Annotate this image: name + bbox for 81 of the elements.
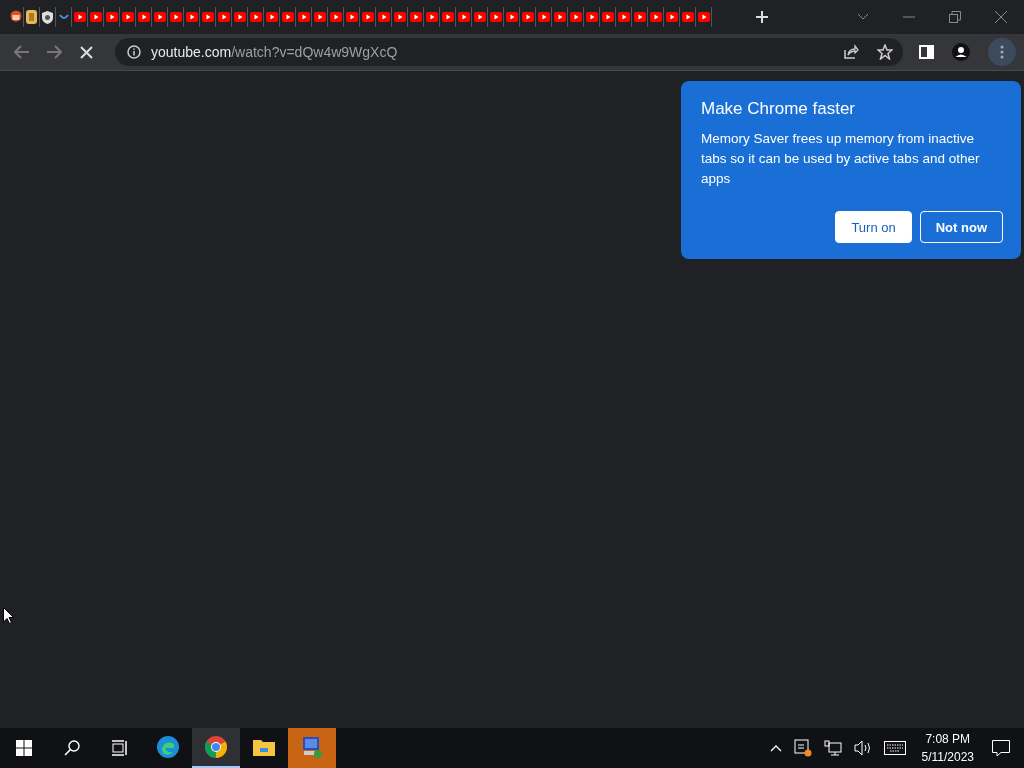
clock-time[interactable]: 7:08 PM	[925, 732, 971, 746]
video-play-icon[interactable]	[681, 12, 694, 22]
chrome-icon[interactable]	[204, 735, 228, 759]
keyboard-icon[interactable]	[883, 741, 906, 755]
video-play-icon[interactable]	[569, 12, 582, 22]
video-play-icon[interactable]	[585, 12, 598, 22]
video-play-icon[interactable]	[505, 12, 518, 22]
task-view-icon[interactable]	[111, 740, 129, 756]
back-arrow-icon[interactable]	[14, 45, 30, 59]
taskbar-app-button[interactable]	[192, 728, 240, 768]
video-play-icon[interactable]	[425, 12, 438, 22]
video-play-icon[interactable]	[521, 12, 534, 22]
profile-icon[interactable]	[952, 43, 970, 61]
search-icon[interactable]	[64, 740, 80, 756]
video-play-icon[interactable]	[89, 12, 102, 22]
network-icon[interactable]	[823, 740, 842, 756]
video-play-icon[interactable]	[409, 12, 422, 22]
side-panel-icon[interactable]	[919, 45, 934, 59]
video-play-icon[interactable]	[345, 12, 358, 22]
notification-icon[interactable]	[992, 739, 1010, 757]
info-icon[interactable]	[127, 45, 141, 59]
video-play-icon[interactable]	[393, 12, 406, 22]
video-play-icon[interactable]	[201, 12, 214, 22]
bubble-button[interactable]: Not now	[919, 211, 1003, 243]
loading-spinner-icon[interactable]	[58, 14, 69, 20]
coin-icon[interactable]	[26, 10, 37, 24]
video-play-icon[interactable]	[697, 12, 710, 22]
video-play-icon[interactable]	[153, 12, 166, 22]
video-play-icon[interactable]	[121, 12, 134, 22]
video-play-icon[interactable]	[649, 12, 662, 22]
video-play-icon[interactable]	[617, 12, 630, 22]
windows-start-icon[interactable]	[16, 740, 32, 756]
share-icon[interactable]	[843, 44, 859, 60]
chevron-up-icon[interactable]	[769, 744, 782, 752]
video-play-icon[interactable]	[489, 12, 502, 22]
video-play-icon[interactable]	[73, 12, 86, 22]
video-play-icon[interactable]	[361, 12, 374, 22]
video-play-icon[interactable]	[281, 12, 294, 22]
cartoon-face-icon[interactable]	[9, 10, 22, 24]
clock-date[interactable]: 5/11/2023	[921, 750, 974, 764]
video-play-icon[interactable]	[329, 12, 342, 22]
computer-icon[interactable]	[300, 735, 324, 759]
bubble-button[interactable]: Turn on	[835, 211, 912, 243]
video-play-icon[interactable]	[457, 12, 470, 22]
video-play-icon[interactable]	[265, 12, 278, 22]
video-play-icon[interactable]	[313, 12, 326, 22]
shield-icon[interactable]	[42, 10, 53, 24]
bubble-title: Make Chrome faster	[701, 99, 856, 119]
forward-arrow-icon[interactable]	[46, 45, 62, 59]
video-play-icon[interactable]	[473, 12, 486, 22]
menu-button[interactable]	[988, 38, 1016, 66]
video-play-icon[interactable]	[217, 12, 230, 22]
video-play-icon[interactable]	[249, 12, 262, 22]
video-play-icon[interactable]	[297, 12, 310, 22]
video-play-icon[interactable]	[665, 12, 678, 22]
video-play-icon[interactable]	[601, 12, 614, 22]
close-icon[interactable]	[995, 11, 1007, 23]
video-play-icon[interactable]	[105, 12, 118, 22]
new-tab-icon[interactable]	[755, 10, 769, 24]
folder-icon[interactable]	[253, 738, 275, 756]
video-play-icon[interactable]	[633, 12, 646, 22]
star-icon[interactable]	[877, 44, 893, 60]
bubble-text: Memory Saver frees up memory from inactive tabs so it can be used by active tabs and other apps	[701, 130, 981, 188]
video-play-icon[interactable]	[169, 12, 182, 22]
video-play-icon[interactable]	[137, 12, 150, 22]
menu-icon[interactable]	[1000, 45, 1004, 59]
restore-icon[interactable]	[949, 11, 961, 23]
browser-wave-icon[interactable]	[156, 735, 180, 759]
video-play-icon[interactable]	[441, 12, 454, 22]
speaker-icon[interactable]	[853, 740, 872, 756]
video-play-icon[interactable]	[537, 12, 550, 22]
stop-loading-icon[interactable]	[80, 45, 93, 59]
video-play-icon[interactable]	[185, 12, 198, 22]
url-text: youtube.com/watch?v=dQw4w9WgXcQ	[151, 44, 398, 60]
video-play-icon[interactable]	[377, 12, 390, 22]
video-play-icon[interactable]	[233, 12, 246, 22]
chevron-down-icon[interactable]	[857, 13, 869, 21]
mouse-cursor-icon	[3, 607, 14, 624]
address-bar[interactable]: youtube.com/watch?v=dQw4w9WgXcQ	[115, 38, 903, 66]
sync-badge-icon[interactable]	[793, 739, 812, 757]
video-play-icon[interactable]	[553, 12, 566, 22]
